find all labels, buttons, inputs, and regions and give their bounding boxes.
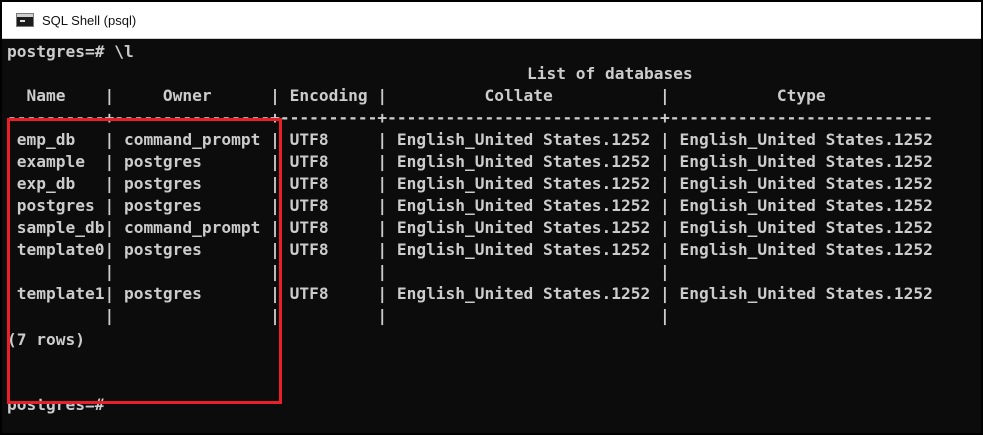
sql-shell-window: SQL Shell (psql) postgres=# \l List of d… — [0, 0, 983, 435]
console-output[interactable]: postgres=# \l List of databases Name | O… — [2, 39, 981, 433]
table-header: Name | Owner | Encoding | Collate | Ctyp… — [7, 86, 933, 105]
window-title: SQL Shell (psql) — [42, 12, 137, 28]
table-title: List of databases — [527, 64, 693, 83]
command-line: postgres=# \l — [7, 42, 134, 61]
terminal-icon — [16, 13, 34, 27]
highlight-box — [7, 118, 282, 404]
title-bar[interactable]: SQL Shell (psql) — [2, 2, 981, 39]
